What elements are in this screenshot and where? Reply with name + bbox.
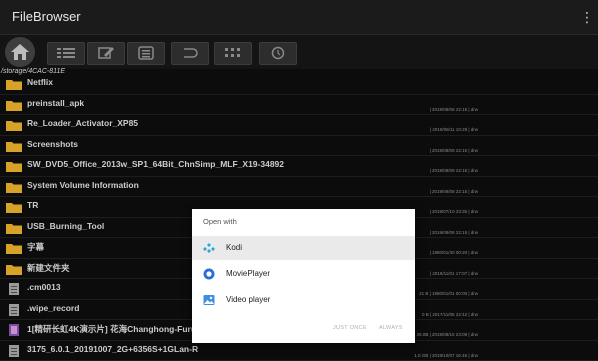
file-meta: 0 B | 2017/11/05 22:42 | drw — [422, 312, 478, 317]
grid-view-button[interactable] — [214, 42, 252, 65]
file-list-row[interactable]: SW_DVD5_Office_2013w_SP1_64Bit_ChnSimp_M… — [0, 156, 598, 177]
back-icon — [181, 46, 199, 60]
dialog-title: Open with — [203, 217, 237, 226]
file-meta: | 2019/08/06 22:15 | drw — [430, 107, 478, 112]
home-button[interactable] — [5, 37, 35, 67]
file-list-row[interactable]: Re_Loader_Activator_XP85 | 2019/08/11 10:… — [0, 115, 598, 136]
file-meta: | 2019/08/11 10:29 | drw — [430, 127, 478, 132]
file-name: SW_DVD5_Office_2013w_SP1_64Bit_ChnSimp_M… — [27, 159, 284, 169]
folder-icon — [6, 242, 22, 254]
clock-icon — [269, 46, 287, 60]
file-meta: | 1980/01/30 00:20 | drw — [430, 250, 478, 255]
multiselect-button[interactable] — [127, 42, 165, 65]
file-meta: | 2019/08/08 22:15 | drw — [430, 230, 478, 235]
overflow-menu-icon[interactable]: ⋮ — [580, 8, 590, 26]
file-meta: | 2019/07/10 23:35 | drw — [430, 209, 478, 214]
edit-icon — [97, 46, 115, 60]
option-label: Kodi — [226, 243, 242, 252]
option-movieplayer[interactable]: MoviePlayer — [192, 262, 415, 286]
option-label: MoviePlayer — [226, 269, 270, 278]
file-list-row[interactable]: 3175_6.0.1_20191007_2G+6356S+1GLan-R 1.5 … — [0, 341, 598, 361]
file-meta: | 2019/08/08 22:15 | drw — [430, 189, 478, 194]
file-name: .cm0013 — [27, 282, 61, 292]
file-icon — [6, 283, 22, 295]
just-once-button[interactable]: JUST ONCE — [333, 325, 367, 331]
file-meta: | 2019/08/08 22:15 | drw — [430, 168, 478, 173]
file-icon — [6, 304, 22, 316]
file-meta: | 2019/08/08 22:15 | drw — [430, 148, 478, 153]
folder-icon — [6, 201, 22, 213]
open-with-dialog: Open with Kodi MoviePlayer Video player … — [192, 209, 415, 343]
file-meta: | 2019/11/01 17:07 | drw — [430, 271, 478, 276]
folder-icon — [6, 78, 22, 90]
file-meta: 21 B | 1980/01/01 00:00 | drw — [419, 291, 478, 296]
file-name: System Volume Information — [27, 180, 139, 190]
folder-icon — [6, 181, 22, 193]
option-label: Video player — [226, 295, 270, 304]
multiselect-icon — [137, 46, 155, 60]
file-name: TR — [27, 200, 38, 210]
file-list-row[interactable]: System Volume Information | 2019/08/08 22… — [0, 177, 598, 198]
home-icon — [10, 42, 30, 62]
file-icon — [6, 345, 22, 357]
file-meta: 1.5 GB | 2019/10/07 16:46 | drw — [414, 353, 478, 358]
file-name: 字幕 — [27, 241, 44, 253]
folder-icon — [6, 263, 22, 275]
list-view-button[interactable] — [47, 42, 85, 65]
option-video-player[interactable]: Video player — [192, 288, 415, 312]
file-name: Re_Loader_Activator_XP85 — [27, 118, 138, 128]
file-name: USB_Burning_Tool — [27, 221, 104, 231]
edit-button[interactable] — [87, 42, 125, 65]
always-button[interactable]: ALWAYS — [379, 325, 403, 331]
file-meta: 28.0B | 2019/08/15 23:08 | drw — [417, 332, 478, 337]
file-name: .wipe_record — [27, 303, 79, 313]
image-file-icon — [6, 324, 22, 336]
list-view-icon — [57, 46, 75, 60]
file-list-row[interactable]: Netflix — [0, 74, 598, 95]
file-list-row[interactable]: Screenshots | 2019/08/08 22:15 | drw — [0, 136, 598, 157]
file-name: 新建文件夹 — [27, 262, 70, 274]
file-name: preinstall_apk — [27, 98, 84, 108]
video-player-icon — [203, 294, 215, 306]
file-list-row[interactable]: preinstall_apk | 2019/08/06 22:15 | drw — [0, 95, 598, 116]
option-kodi[interactable]: Kodi — [192, 236, 415, 260]
folder-icon — [6, 160, 22, 172]
kodi-icon — [203, 242, 215, 254]
toolbar — [0, 35, 598, 69]
folder-icon — [6, 119, 22, 131]
file-name: Netflix — [27, 77, 53, 87]
history-button[interactable] — [259, 42, 297, 65]
app-title: FileBrowser — [12, 9, 81, 24]
title-bar: FileBrowser ⋮ — [0, 0, 598, 35]
file-name: Screenshots — [27, 139, 78, 149]
file-name: 3175_6.0.1_20191007_2G+6356S+1GLan-R — [27, 344, 198, 354]
movieplayer-icon — [203, 268, 215, 280]
file-name: 1[精研长虹4K演示片] 花海Changhong-Furu — [27, 323, 196, 335]
folder-icon — [6, 140, 22, 152]
folder-icon — [6, 99, 22, 111]
folder-icon — [6, 222, 22, 234]
grid-view-icon — [224, 46, 242, 60]
back-button[interactable] — [171, 42, 209, 65]
